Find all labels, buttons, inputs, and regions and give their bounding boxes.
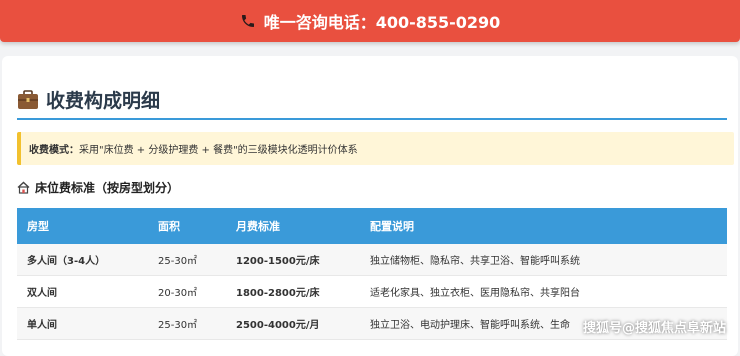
hotline-text[interactable]: 唯一咨询电话：400-855-0290 <box>264 9 501 33</box>
price-cell: 2500-4000元/月 <box>226 307 360 340</box>
column-header-config: 配置说明 <box>360 208 727 244</box>
phone-icon <box>240 13 256 29</box>
config-cell: 独立储物柜、隐私帘、共享卫浴、智能呼叫系统 <box>360 244 727 276</box>
area-cell: 25-30㎡ <box>148 307 226 340</box>
notice-label: 收费模式： <box>29 145 79 156</box>
column-header-area: 面积 <box>148 208 226 244</box>
bed-fee-header: 床位费标准（按房型划分） <box>17 179 179 196</box>
hotline-banner: 唯一咨询电话：400-855-0290 <box>0 0 740 42</box>
fee-card: 收费构成明细 收费模式： 采用"床位费 + 分级护理费 + 餐费"的三级模块化透… <box>2 56 738 356</box>
pricing-notice: 收费模式： 采用"床位费 + 分级护理费 + 餐费"的三级模块化透明计价体系 <box>17 132 734 165</box>
room-type-cell: 多人间（3-4人） <box>17 244 148 276</box>
table-header-row: 房型 面积 月费标准 配置说明 <box>17 208 727 244</box>
price-cell: 1200-1500元/床 <box>226 244 360 276</box>
watermark: 搜狐号@搜狐焦点阜新站 <box>582 321 726 336</box>
title-divider <box>17 118 727 120</box>
column-header-room-type: 房型 <box>17 208 148 244</box>
area-cell: 20-30㎡ <box>148 275 226 308</box>
house-icon <box>17 181 30 194</box>
section-header: 收费构成明细 <box>17 86 160 113</box>
price-cell: 1800-2800元/床 <box>226 275 360 308</box>
room-type-cell: 单人间 <box>17 307 148 340</box>
bed-fee-title: 床位费标准（按房型划分） <box>35 181 180 195</box>
page-title: 收费构成明细 <box>46 90 161 112</box>
briefcase-icon <box>17 89 39 110</box>
table-row: 多人间（3-4人） 25-30㎡ 1200-1500元/床 独立储物柜、隐私帘、… <box>17 244 727 276</box>
area-cell: 25-30㎡ <box>148 244 226 276</box>
notice-text: 采用"床位费 + 分级护理费 + 餐费"的三级模块化透明计价体系 <box>79 145 358 156</box>
column-header-monthly-fee: 月费标准 <box>226 208 360 244</box>
config-cell: 适老化家具、独立衣柜、医用隐私帘、共享阳台 <box>360 275 727 308</box>
table-row: 双人间 20-30㎡ 1800-2800元/床 适老化家具、独立衣柜、医用隐私帘… <box>17 275 727 308</box>
room-type-cell: 双人间 <box>17 275 148 308</box>
